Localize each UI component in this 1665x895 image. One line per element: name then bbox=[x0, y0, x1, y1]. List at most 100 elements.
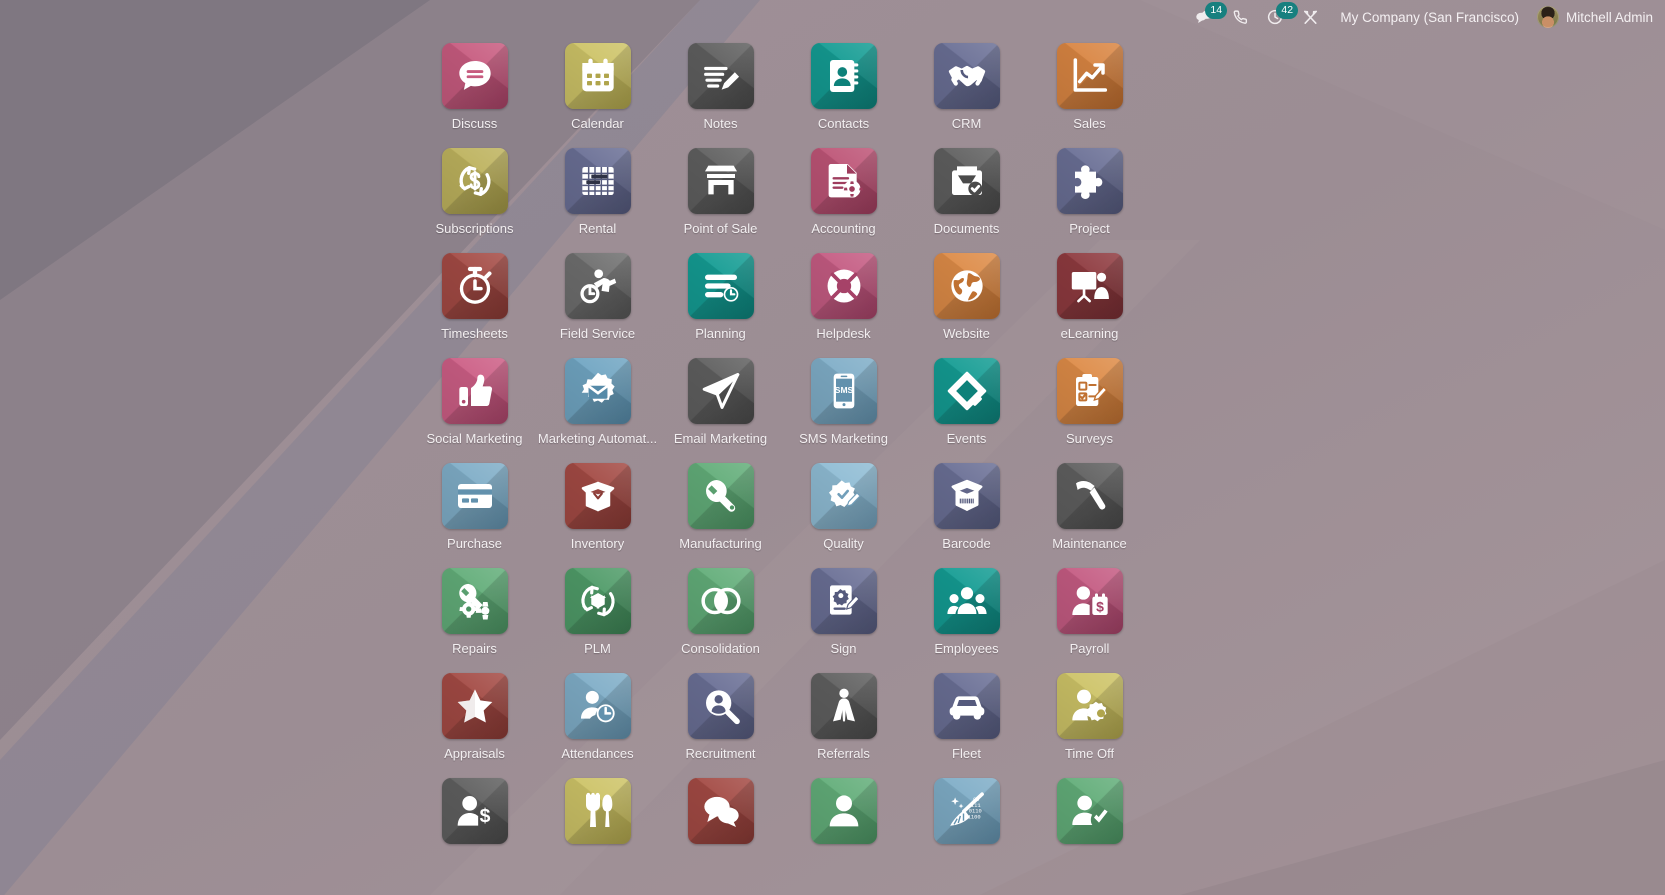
messages-menu[interactable]: 14 bbox=[1186, 0, 1223, 34]
app-tile-calendar[interactable]: Calendar bbox=[536, 34, 659, 139]
app-label: Project bbox=[1069, 221, 1109, 237]
app-label: Notes bbox=[704, 116, 738, 132]
app-label: Discuss bbox=[452, 116, 498, 132]
app-tile-chat-bubbles[interactable] bbox=[659, 769, 782, 874]
app-tile-elearning[interactable]: eLearning bbox=[1028, 244, 1151, 349]
app-tile-recruitment[interactable]: Recruitment bbox=[659, 664, 782, 769]
activities-menu[interactable]: 42 bbox=[1257, 0, 1293, 34]
app-tile-consolidation[interactable]: Consolidation bbox=[659, 559, 782, 664]
app-tile-sign[interactable]: Sign bbox=[782, 559, 905, 664]
app-tile-surveys[interactable]: Surveys bbox=[1028, 349, 1151, 454]
discuss-icon bbox=[442, 43, 508, 109]
app-tile-person-dollar[interactable]: $ bbox=[413, 769, 536, 874]
app-tile-planning[interactable]: Planning bbox=[659, 244, 782, 349]
app-tile-referrals[interactable]: Referrals bbox=[782, 664, 905, 769]
app-label: Attendances bbox=[561, 746, 633, 762]
avatar bbox=[1537, 6, 1559, 28]
app-tile-discuss[interactable]: Discuss bbox=[413, 34, 536, 139]
app-tile-attendances[interactable]: Attendances bbox=[536, 664, 659, 769]
app-tile-contacts[interactable]: Contacts bbox=[782, 34, 905, 139]
svg-text:SMS: SMS bbox=[834, 385, 853, 395]
person-search-icon bbox=[688, 673, 754, 739]
app-tile-point-of-sale[interactable]: Point of Sale bbox=[659, 139, 782, 244]
app-label: CRM bbox=[952, 116, 982, 132]
app-tile-purchase[interactable]: Purchase bbox=[413, 454, 536, 559]
app-tile-website[interactable]: Website bbox=[905, 244, 1028, 349]
app-label: Purchase bbox=[447, 536, 502, 552]
app-tile-plm[interactable]: PLM bbox=[536, 559, 659, 664]
shop-icon bbox=[688, 148, 754, 214]
app-tile-email-marketing[interactable]: Email Marketing bbox=[659, 349, 782, 454]
app-label: PLM bbox=[584, 641, 611, 657]
app-label: Contacts bbox=[818, 116, 869, 132]
app-label: Employees bbox=[934, 641, 998, 657]
app-label: Payroll bbox=[1070, 641, 1110, 657]
app-tile-subscriptions[interactable]: Subscriptions bbox=[413, 139, 536, 244]
app-label: Fleet bbox=[952, 746, 981, 762]
app-tile-fork-knife[interactable] bbox=[536, 769, 659, 874]
app-tile-marketing-automat[interactable]: Marketing Automat... bbox=[536, 349, 659, 454]
broom-data-icon: 0011101101100 bbox=[934, 778, 1000, 844]
app-tile-timesheets[interactable]: Timesheets bbox=[413, 244, 536, 349]
app-tile-barcode[interactable]: Barcode bbox=[905, 454, 1028, 559]
app-tile-time-off[interactable]: Time Off bbox=[1028, 664, 1151, 769]
box-barcode-icon bbox=[934, 463, 1000, 529]
app-tile-notes[interactable]: Notes bbox=[659, 34, 782, 139]
user-name-label: Mitchell Admin bbox=[1566, 10, 1653, 25]
app-tile-repairs[interactable]: Repairs bbox=[413, 559, 536, 664]
app-tile-broom-data[interactable]: 0011101101100 bbox=[905, 769, 1028, 874]
top-system-bar: 14 42 My Company (San Francisco) bbox=[0, 0, 1665, 34]
tools-icon bbox=[1302, 9, 1319, 26]
stopwatch-icon bbox=[442, 253, 508, 319]
app-label: Consolidation bbox=[681, 641, 760, 657]
app-tile-person[interactable] bbox=[782, 769, 905, 874]
svg-text:$: $ bbox=[479, 806, 490, 827]
app-label: Referrals bbox=[817, 746, 870, 762]
app-tile-quality[interactable]: Quality bbox=[782, 454, 905, 559]
car-icon bbox=[934, 673, 1000, 739]
voip-phone-button[interactable] bbox=[1223, 0, 1257, 34]
app-label: Maintenance bbox=[1052, 536, 1126, 552]
paper-plane-icon bbox=[688, 358, 754, 424]
app-tile-project[interactable]: Project bbox=[1028, 139, 1151, 244]
puzzle-icon bbox=[1057, 148, 1123, 214]
star-icon bbox=[442, 673, 508, 739]
app-label: Documents bbox=[934, 221, 1000, 237]
app-tile-maintenance[interactable]: Maintenance bbox=[1028, 454, 1151, 559]
app-tile-crm[interactable]: CRM bbox=[905, 34, 1028, 139]
app-label: Point of Sale bbox=[684, 221, 758, 237]
app-tile-manufacturing[interactable]: Manufacturing bbox=[659, 454, 782, 559]
app-tile-helpdesk[interactable]: Helpdesk bbox=[782, 244, 905, 349]
developer-tools-menu[interactable] bbox=[1293, 0, 1328, 34]
app-label: Social Marketing bbox=[426, 431, 522, 447]
app-label: Calendar bbox=[571, 116, 624, 132]
app-tile-field-service[interactable]: Field Service bbox=[536, 244, 659, 349]
app-tile-employees[interactable]: Employees bbox=[905, 559, 1028, 664]
app-tile-inventory[interactable]: Inventory bbox=[536, 454, 659, 559]
app-label: Repairs bbox=[452, 641, 497, 657]
phone-sms-icon: SMS bbox=[811, 358, 877, 424]
app-label: Website bbox=[943, 326, 990, 342]
credit-card-icon bbox=[442, 463, 508, 529]
app-tile-accounting[interactable]: Accounting bbox=[782, 139, 905, 244]
company-switcher[interactable]: My Company (San Francisco) bbox=[1328, 10, 1531, 25]
user-menu[interactable]: Mitchell Admin bbox=[1531, 6, 1661, 28]
app-label: Quality bbox=[823, 536, 863, 552]
app-tile-fleet[interactable]: Fleet bbox=[905, 664, 1028, 769]
svg-text:1100: 1100 bbox=[967, 813, 980, 820]
app-tile-events[interactable]: Events bbox=[905, 349, 1028, 454]
recurring-dollar-icon bbox=[442, 148, 508, 214]
fork-knife-icon bbox=[565, 778, 631, 844]
app-tile-sms-marketing[interactable]: SMSSMS Marketing bbox=[782, 349, 905, 454]
app-tile-sales[interactable]: Sales bbox=[1028, 34, 1151, 139]
app-tile-documents[interactable]: Documents bbox=[905, 139, 1028, 244]
app-tile-appraisals[interactable]: Appraisals bbox=[413, 664, 536, 769]
app-tile-person-check[interactable] bbox=[1028, 769, 1151, 874]
app-tile-rental[interactable]: Rental bbox=[536, 139, 659, 244]
lifebuoy-icon bbox=[811, 253, 877, 319]
app-label: Planning bbox=[695, 326, 746, 342]
app-label: Events bbox=[947, 431, 987, 447]
app-tile-social-marketing[interactable]: Social Marketing bbox=[413, 349, 536, 454]
schedule-bars-icon bbox=[688, 253, 754, 319]
app-tile-payroll[interactable]: $Payroll bbox=[1028, 559, 1151, 664]
